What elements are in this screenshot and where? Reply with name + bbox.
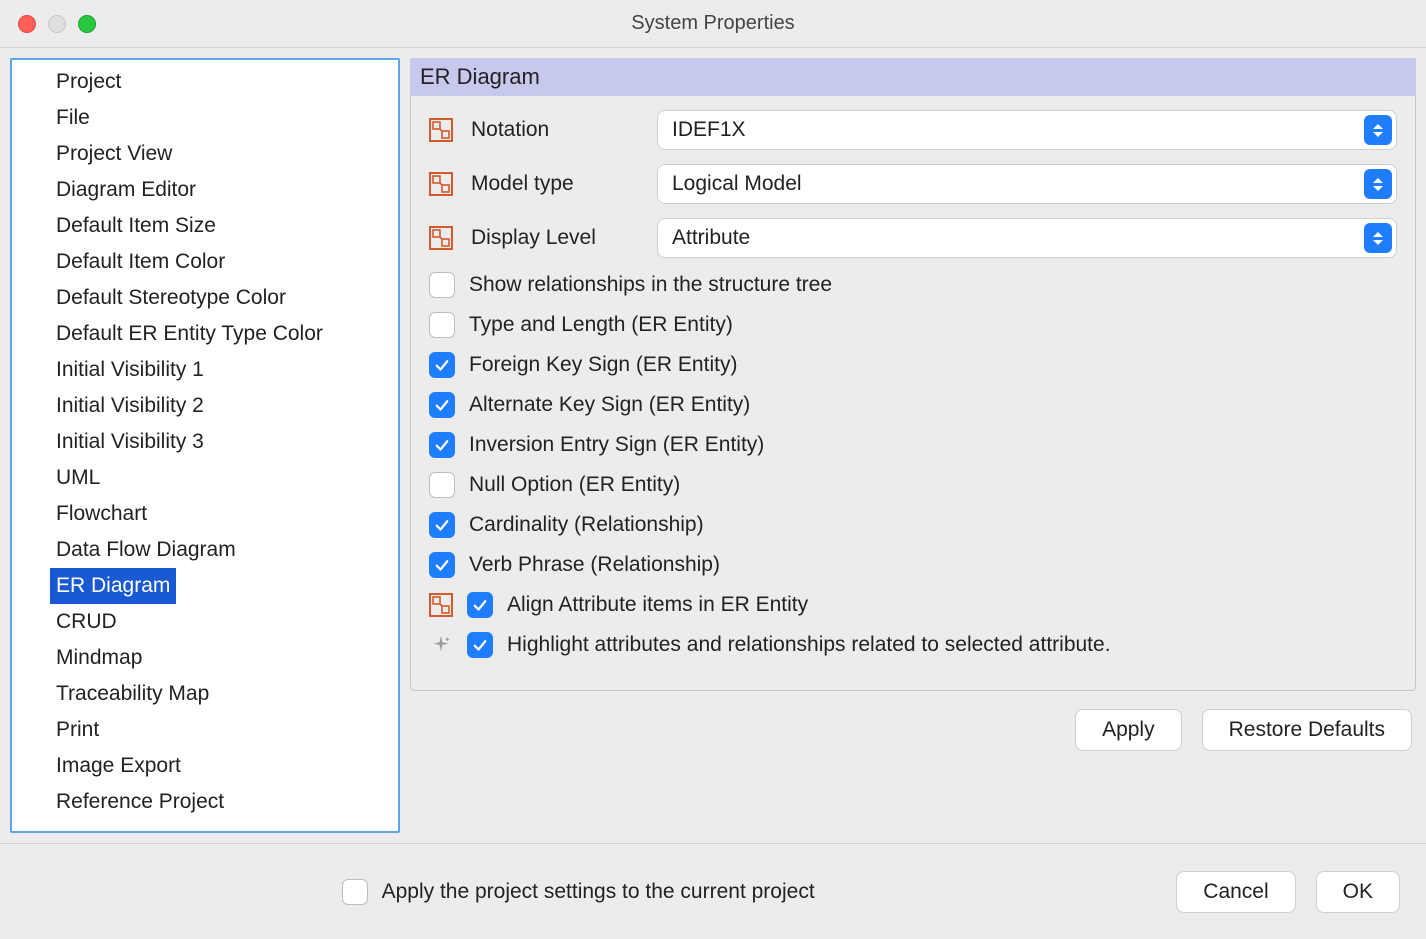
- stepper-icon: [1364, 169, 1392, 199]
- checkbox-highlight[interactable]: [467, 632, 493, 658]
- sidebar-item[interactable]: Traceability Map: [12, 676, 398, 712]
- checkbox-verb-phrase[interactable]: [429, 552, 455, 578]
- sidebar-item[interactable]: Print: [12, 712, 398, 748]
- maximize-icon[interactable]: [78, 15, 96, 33]
- select-display-level[interactable]: Attribute: [657, 218, 1397, 258]
- checkbox-align-attr[interactable]: [467, 592, 493, 618]
- label-type-length: Type and Length (ER Entity): [469, 313, 733, 337]
- sidebar-item[interactable]: Reference Project: [12, 784, 398, 820]
- label-ak-sign: Alternate Key Sign (ER Entity): [469, 393, 750, 417]
- row-verb-phrase: Verb Phrase (Relationship): [429, 552, 1397, 578]
- close-icon[interactable]: [18, 15, 36, 33]
- er-icon: [429, 226, 453, 250]
- row-cardinality: Cardinality (Relationship): [429, 512, 1397, 538]
- label-notation: Notation: [471, 118, 641, 142]
- sidebar-item[interactable]: UML: [12, 460, 398, 496]
- sidebar-item[interactable]: Mindmap: [12, 640, 398, 676]
- label-show-rel-tree: Show relationships in the structure tree: [469, 273, 832, 297]
- select-notation[interactable]: IDEF1X: [657, 110, 1397, 150]
- panel-buttons: Apply Restore Defaults: [410, 691, 1416, 751]
- er-icon: [429, 172, 453, 196]
- sidebar-item[interactable]: Initial Visibility 1: [12, 352, 398, 388]
- row-fk-sign: Foreign Key Sign (ER Entity): [429, 352, 1397, 378]
- category-sidebar[interactable]: ProjectFileProject ViewDiagram EditorDef…: [10, 58, 400, 833]
- footer: Apply the project settings to the curren…: [0, 843, 1426, 939]
- stepper-icon: [1364, 223, 1392, 253]
- select-model-type-value: Logical Model: [672, 172, 802, 196]
- restore-defaults-button[interactable]: Restore Defaults: [1202, 709, 1412, 751]
- label-display-level: Display Level: [471, 226, 641, 250]
- stepper-icon: [1364, 115, 1392, 145]
- sidebar-item[interactable]: Image Export: [12, 748, 398, 784]
- sidebar-item[interactable]: Default Item Size: [12, 208, 398, 244]
- sidebar-item[interactable]: ER Diagram: [50, 568, 176, 604]
- row-notation: Notation IDEF1X: [429, 110, 1397, 150]
- row-ie-sign: Inversion Entry Sign (ER Entity): [429, 432, 1397, 458]
- checkbox-ie-sign[interactable]: [429, 432, 455, 458]
- checkbox-fk-sign[interactable]: [429, 352, 455, 378]
- row-align-attr: Align Attribute items in ER Entity: [429, 592, 1397, 618]
- label-model-type: Model type: [471, 172, 641, 196]
- apply-button[interactable]: Apply: [1075, 709, 1182, 751]
- row-display-level: Display Level Attribute: [429, 218, 1397, 258]
- row-type-length: Type and Length (ER Entity): [429, 312, 1397, 338]
- sidebar-item[interactable]: Data Flow Diagram: [12, 532, 398, 568]
- row-null-option: Null Option (ER Entity): [429, 472, 1397, 498]
- titlebar: System Properties: [0, 0, 1426, 48]
- row-model-type: Model type Logical Model: [429, 164, 1397, 204]
- label-null-option: Null Option (ER Entity): [469, 473, 680, 497]
- sidebar-item[interactable]: CRUD: [12, 604, 398, 640]
- ok-button[interactable]: OK: [1316, 871, 1400, 913]
- sidebar-item[interactable]: Default Stereotype Color: [12, 280, 398, 316]
- label-ie-sign: Inversion Entry Sign (ER Entity): [469, 433, 764, 457]
- label-cardinality: Cardinality (Relationship): [469, 513, 704, 537]
- sparkle-icon: [429, 633, 453, 657]
- checkbox-null-option[interactable]: [429, 472, 455, 498]
- label-apply-project: Apply the project settings to the curren…: [382, 880, 815, 904]
- select-model-type[interactable]: Logical Model: [657, 164, 1397, 204]
- system-properties-window: System Properties ProjectFileProject Vie…: [0, 0, 1426, 939]
- sidebar-item[interactable]: Initial Visibility 2: [12, 388, 398, 424]
- checkbox-ak-sign[interactable]: [429, 392, 455, 418]
- sidebar-item[interactable]: Project: [12, 64, 398, 100]
- sidebar-item[interactable]: Diagram Editor: [12, 172, 398, 208]
- window-controls: [18, 15, 96, 33]
- panel-header: ER Diagram: [410, 58, 1416, 96]
- select-notation-value: IDEF1X: [672, 118, 746, 142]
- label-verb-phrase: Verb Phrase (Relationship): [469, 553, 720, 577]
- checkbox-apply-project[interactable]: [342, 879, 368, 905]
- sidebar-item[interactable]: Flowchart: [12, 496, 398, 532]
- er-icon: [429, 118, 453, 142]
- label-align-attr: Align Attribute items in ER Entity: [507, 593, 808, 617]
- checkbox-cardinality[interactable]: [429, 512, 455, 538]
- sidebar-item[interactable]: Default Item Color: [12, 244, 398, 280]
- minimize-icon[interactable]: [48, 15, 66, 33]
- sidebar-item[interactable]: File: [12, 100, 398, 136]
- label-fk-sign: Foreign Key Sign (ER Entity): [469, 353, 737, 377]
- panel-body: Notation IDEF1X Model type Logical Model: [410, 96, 1416, 691]
- row-ak-sign: Alternate Key Sign (ER Entity): [429, 392, 1397, 418]
- checkbox-type-length[interactable]: [429, 312, 455, 338]
- label-highlight: Highlight attributes and relationships r…: [507, 633, 1111, 657]
- sidebar-item[interactable]: Project View: [12, 136, 398, 172]
- row-show-rel-tree: Show relationships in the structure tree: [429, 272, 1397, 298]
- er-icon: [429, 593, 453, 617]
- select-display-level-value: Attribute: [672, 226, 750, 250]
- row-highlight: Highlight attributes and relationships r…: [429, 632, 1397, 658]
- window-title: System Properties: [0, 12, 1426, 35]
- checkbox-show-rel-tree[interactable]: [429, 272, 455, 298]
- cancel-button[interactable]: Cancel: [1176, 871, 1295, 913]
- settings-main: ER Diagram Notation IDEF1X: [410, 58, 1416, 833]
- sidebar-item[interactable]: Default ER Entity Type Color: [12, 316, 398, 352]
- sidebar-item[interactable]: Initial Visibility 3: [12, 424, 398, 460]
